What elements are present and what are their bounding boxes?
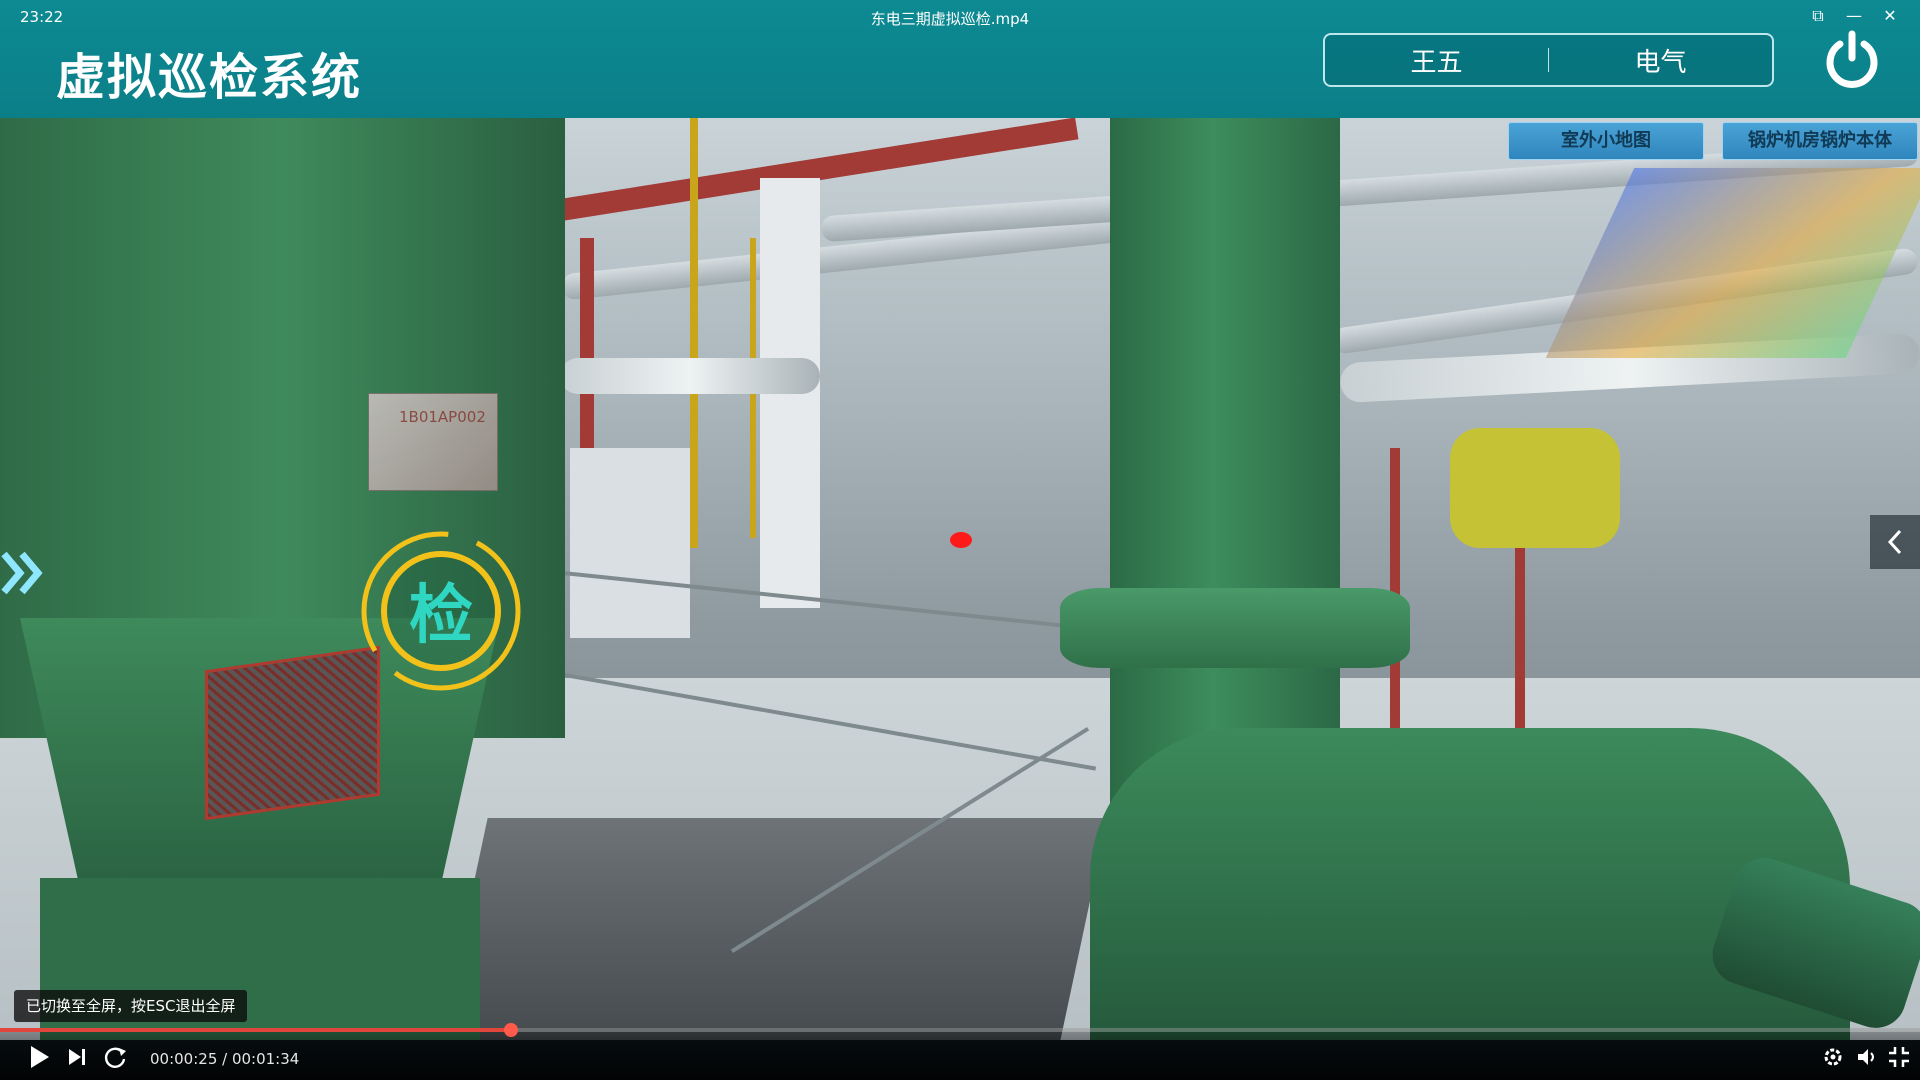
fullscreen-toast: 已切换至全屏，按ESC退出全屏 xyxy=(14,990,248,1022)
pump-grille xyxy=(205,645,380,821)
system-title: 虚拟巡检系统 xyxy=(56,49,363,106)
yellow-pipe xyxy=(690,118,698,548)
minimize-window-icon[interactable]: — xyxy=(1842,6,1866,25)
user-info-panel: 王五 电气 xyxy=(1323,33,1774,87)
equipment-marker[interactable] xyxy=(950,532,972,548)
yellow-equipment-tank xyxy=(1450,428,1620,548)
expand-panel-button[interactable] xyxy=(0,548,48,598)
power-button[interactable] xyxy=(1820,28,1884,92)
loop-icon xyxy=(104,1047,126,1068)
double-chevron-right-icon xyxy=(1,551,43,595)
inspect-button[interactable]: 检 xyxy=(356,526,526,696)
inspect-label: 检 xyxy=(409,579,473,653)
restore-window-icon[interactable]: ⧉ xyxy=(1806,6,1830,26)
power-icon xyxy=(1826,30,1878,88)
exit-fullscreen-icon xyxy=(1889,1047,1909,1067)
progress-fill xyxy=(0,1028,511,1032)
boiler-room-button[interactable]: 锅炉机房锅炉本体 xyxy=(1722,122,1918,160)
play-icon xyxy=(31,1046,49,1068)
video-window-titlebar: 23:22 东电三期虚拟巡检.mp4 ⧉ — ✕ xyxy=(0,0,1920,32)
volume-button[interactable] xyxy=(1852,1042,1882,1072)
settings-icon xyxy=(1824,1048,1842,1066)
red-pipe xyxy=(1390,448,1400,728)
nameplate-text: 1B01AP002 xyxy=(399,408,486,426)
next-icon xyxy=(69,1049,85,1065)
equipment-nameplate: 1B01AP002 xyxy=(368,393,498,491)
time-display: 00:00:25 / 00:01:34 xyxy=(150,1050,300,1068)
loop-button[interactable] xyxy=(100,1042,130,1072)
progress-handle[interactable] xyxy=(503,1023,518,1037)
next-button[interactable] xyxy=(62,1042,92,1072)
video-player-controls: 00:00:25 / 00:01:34 xyxy=(0,1023,1920,1080)
close-window-icon[interactable]: ✕ xyxy=(1878,6,1902,25)
settings-button[interactable] xyxy=(1818,1042,1848,1072)
user-name: 王五 xyxy=(1410,47,1463,78)
volume-icon xyxy=(1858,1049,1874,1065)
electrical-cabinet xyxy=(570,448,690,638)
exit-fullscreen-button[interactable] xyxy=(1884,1042,1914,1072)
grey-pipe xyxy=(560,358,820,394)
user-department: 电气 xyxy=(1634,47,1687,78)
column-flange xyxy=(1060,588,1410,668)
holographic-plant-model xyxy=(1545,168,1920,358)
app-header: 23:22 东电三期虚拟巡检.mp4 ⧉ — ✕ 虚拟巡检系统 王五 电气 xyxy=(0,0,1920,118)
progress-bar[interactable] xyxy=(0,1023,1920,1037)
video-title: 东电三期虚拟巡检.mp4 xyxy=(870,10,1030,28)
play-button[interactable] xyxy=(24,1042,54,1072)
collapse-panel-button[interactable] xyxy=(1870,515,1920,569)
3d-plant-viewport[interactable]: 1B01AP002 xyxy=(0,118,1920,1040)
chevron-left-icon xyxy=(1887,529,1902,555)
outdoor-minimap-button[interactable]: 室外小地图 xyxy=(1508,122,1704,160)
